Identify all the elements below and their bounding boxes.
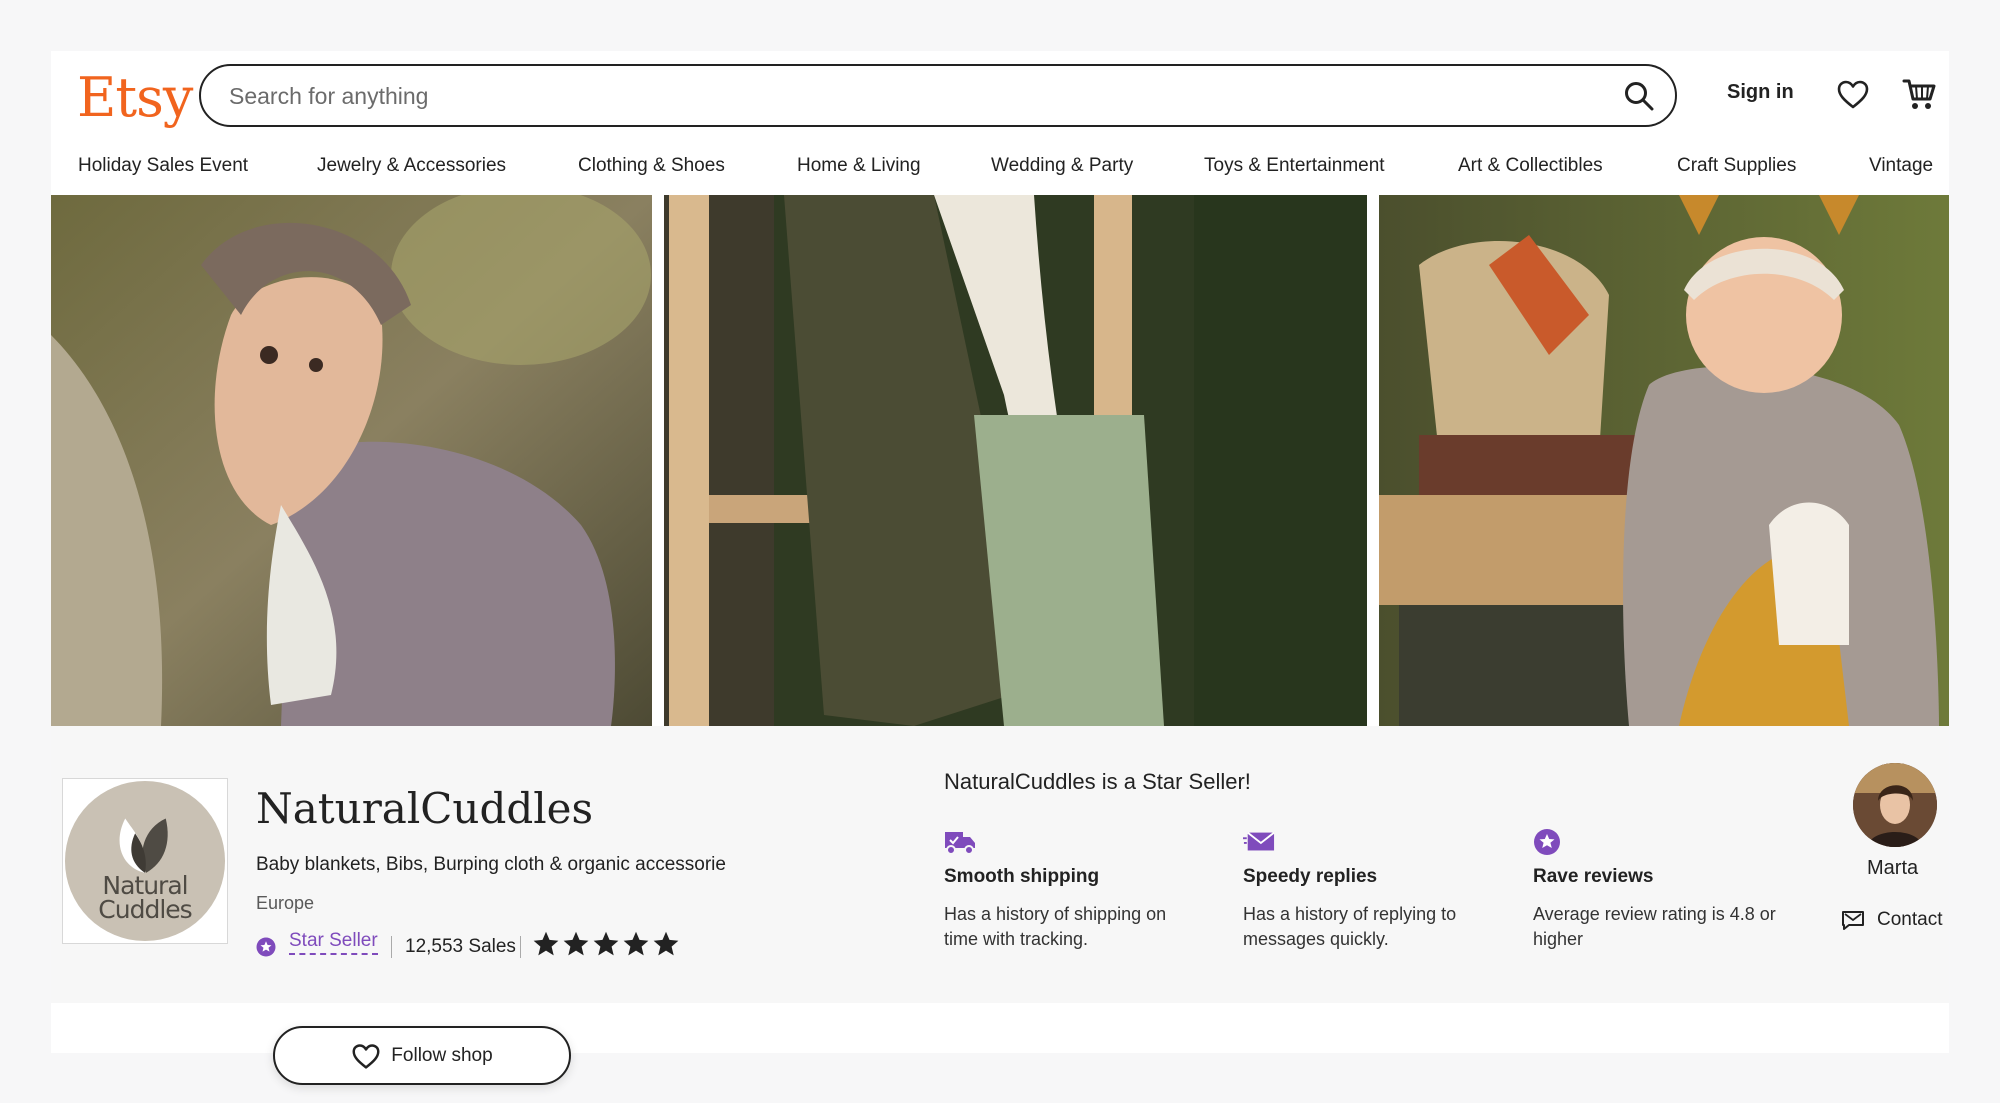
star-icon bbox=[533, 931, 559, 956]
shop-info-panel: Natural Cuddles NaturalCuddles Baby blan… bbox=[51, 726, 1949, 1085]
perk-title: Rave reviews bbox=[1533, 866, 1654, 887]
perk-speedy-replies: Speedy replies Has a history of replying… bbox=[1243, 828, 1503, 952]
etsy-logo[interactable]: Etsy bbox=[77, 63, 193, 133]
category-nav: Holiday Sales Event Jewelry & Accessorie… bbox=[51, 152, 1949, 192]
banner-photo-blanket-ladder bbox=[664, 195, 1367, 726]
contact-label: Contact bbox=[1877, 909, 1943, 930]
shop-name: NaturalCuddles bbox=[256, 784, 594, 833]
star-icon bbox=[593, 931, 619, 956]
star-seller-heading: NaturalCuddles is a Star Seller! bbox=[944, 769, 1251, 794]
perk-description: Has a history of shipping on time with t… bbox=[944, 904, 1167, 949]
perk-description: Average review rating is 4.8 or higher bbox=[1533, 904, 1776, 949]
cart-icon[interactable] bbox=[1902, 76, 1936, 112]
category-link-clothing[interactable]: Clothing & Shoes bbox=[578, 152, 725, 180]
divider bbox=[391, 936, 392, 958]
envelope-icon bbox=[1243, 831, 1275, 851]
category-link-holiday[interactable]: Holiday Sales Event bbox=[78, 152, 248, 180]
shop-tagline: Baby blankets, Bibs, Burping cloth & org… bbox=[256, 854, 726, 875]
heart-icon bbox=[352, 1043, 380, 1069]
search-icon[interactable] bbox=[1623, 80, 1655, 112]
owner-avatar[interactable] bbox=[1853, 763, 1937, 847]
search-input[interactable] bbox=[227, 66, 1531, 127]
sign-in-link[interactable]: Sign in bbox=[1727, 81, 1794, 104]
banner-photo-girl-toy bbox=[1379, 195, 1949, 726]
shop-banner bbox=[51, 195, 1949, 726]
category-link-jewelry[interactable]: Jewelry & Accessories bbox=[317, 152, 506, 180]
sales-count: 12,553 Sales bbox=[405, 936, 516, 957]
heart-icon[interactable] bbox=[1836, 78, 1870, 112]
category-link-toys[interactable]: Toys & Entertainment bbox=[1204, 152, 1385, 180]
star-seller-badge-icon bbox=[256, 937, 276, 957]
category-link-craft[interactable]: Craft Supplies bbox=[1677, 152, 1796, 180]
shop-logo-text-line2: Cuddles bbox=[98, 895, 192, 924]
divider bbox=[520, 936, 521, 958]
shop-logo: Natural Cuddles bbox=[62, 778, 228, 944]
category-link-home[interactable]: Home & Living bbox=[797, 152, 921, 180]
star-icon bbox=[623, 931, 649, 956]
follow-shop-button[interactable]: Follow shop bbox=[273, 1026, 571, 1085]
star-seller-link[interactable]: Star Seller bbox=[289, 930, 378, 955]
category-link-vintage[interactable]: Vintage bbox=[1869, 152, 1933, 180]
shop-logo-text: Natural Cuddles bbox=[63, 873, 227, 924]
contact-button[interactable]: Contact bbox=[1841, 909, 1942, 931]
banner-photo-baby-sweater bbox=[51, 195, 652, 726]
perk-title: Smooth shipping bbox=[944, 866, 1100, 887]
shop-location: Europe bbox=[256, 893, 315, 913]
star-badge-icon bbox=[1534, 829, 1560, 855]
follow-shop-label: Follow shop bbox=[391, 1044, 493, 1066]
search-bar[interactable] bbox=[199, 64, 1677, 127]
category-link-art[interactable]: Art & Collectibles bbox=[1458, 152, 1603, 180]
category-link-wedding[interactable]: Wedding & Party bbox=[991, 152, 1133, 180]
message-icon bbox=[1842, 911, 1864, 930]
perk-smooth-shipping: Smooth shipping Has a history of shippin… bbox=[944, 828, 1204, 952]
perk-title: Speedy replies bbox=[1243, 866, 1378, 887]
star-icon bbox=[563, 931, 589, 956]
perk-description: Has a history of replying to messages qu… bbox=[1243, 904, 1457, 949]
shop-stats: Star Seller 12,553 Sales bbox=[256, 930, 716, 962]
rating-stars bbox=[532, 930, 680, 962]
truck-icon bbox=[945, 832, 975, 855]
page: Etsy Sign in Holiday Sales Event Jewelry… bbox=[51, 51, 1949, 1085]
perk-rave-reviews: Rave reviews Average review rating is 4.… bbox=[1533, 828, 1793, 952]
owner-name: Marta bbox=[1867, 857, 1919, 879]
star-icon bbox=[653, 931, 679, 956]
